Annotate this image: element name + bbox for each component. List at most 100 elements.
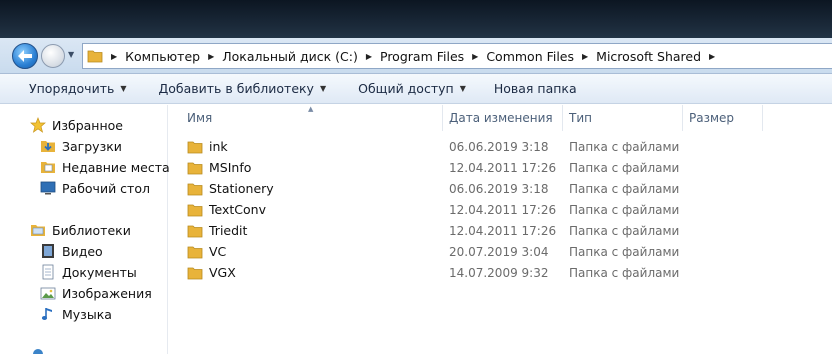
folder-icon [187, 267, 203, 279]
folder-icon [187, 183, 203, 195]
forward-button[interactable] [41, 44, 65, 68]
table-row[interactable]: ink 06.06.2019 3:18 Папка с файлами [169, 136, 832, 157]
file-date: 06.06.2019 3:18 [449, 139, 549, 154]
folder-icon [187, 141, 203, 153]
share-label: Общий доступ [358, 81, 454, 96]
file-type: Папка с файлами [569, 265, 680, 280]
column-header-date[interactable]: Дата изменения [449, 105, 553, 131]
file-name: MSInfo [209, 160, 252, 175]
breadcrumb-item[interactable]: Компьютер [125, 49, 200, 64]
folder-icon [187, 246, 203, 258]
address-row: ▼ ▶ Компьютер ▶ Локальный диск (C:) ▶ Pr… [0, 38, 832, 74]
breadcrumb-item[interactable]: Microsoft Shared [596, 49, 701, 64]
libraries-icon [30, 222, 46, 238]
chevron-right-icon[interactable]: ▶ [208, 52, 214, 61]
sidebar-item-label: Библиотеки [52, 222, 131, 238]
arrow-left-icon [18, 50, 32, 62]
table-row[interactable]: MSInfo 12.04.2011 17:26 Папка с файлами [169, 157, 832, 178]
file-name: VGX [209, 265, 236, 280]
new-folder-label: Новая папка [493, 81, 577, 96]
add-to-library-label: Добавить в библиотеку [158, 81, 314, 96]
column-header-size[interactable]: Размер [689, 105, 734, 131]
chevron-right-icon[interactable]: ▶ [709, 52, 715, 61]
file-name: VC [209, 244, 227, 259]
sidebar-item-label: Музыка [62, 306, 112, 322]
file-type: Папка с файлами [569, 223, 680, 238]
back-button[interactable] [12, 43, 38, 69]
sidebar-item-label: Изображения [62, 285, 152, 301]
sidebar-item-video[interactable]: Видео [40, 242, 103, 260]
chevron-down-icon: ▼ [120, 84, 127, 93]
column-divider[interactable] [562, 105, 563, 131]
breadcrumb-item[interactable]: Program Files [380, 49, 464, 64]
folder-icon [87, 50, 103, 63]
sidebar-item-music[interactable]: Музыка [40, 305, 112, 323]
file-date: 20.07.2019 3:04 [449, 244, 549, 259]
sidebar-item-pictures[interactable]: Изображения [40, 284, 152, 302]
sidebar-item-recent-places[interactable]: Недавние места [40, 158, 170, 176]
title-bar [0, 0, 832, 38]
homegroup-icon [30, 346, 46, 354]
address-bar[interactable]: ▶ Компьютер ▶ Локальный диск (C:) ▶ Prog… [82, 43, 832, 69]
sidebar-partial-item[interactable] [30, 345, 52, 354]
breadcrumb-item[interactable]: Common Files [486, 49, 574, 64]
file-date: 12.04.2011 17:26 [449, 202, 557, 217]
table-row[interactable]: Stationery 06.06.2019 3:18 Папка с файла… [169, 178, 832, 199]
sidebar-libraries[interactable]: Библиотеки [30, 221, 131, 239]
sidebar-item-label: Избранное [52, 117, 123, 133]
file-date: 06.06.2019 3:18 [449, 181, 549, 196]
column-divider[interactable] [682, 105, 683, 131]
file-date: 12.04.2011 17:26 [449, 223, 557, 238]
new-folder-button[interactable]: Новая папка [494, 81, 577, 96]
downloads-icon [40, 138, 56, 154]
file-type: Папка с файлами [569, 139, 680, 154]
file-type: Папка с файлами [569, 181, 680, 196]
file-name: ink [209, 139, 228, 154]
organize-label: Упорядочить [29, 81, 115, 96]
column-divider[interactable] [762, 105, 763, 131]
chevron-right-icon[interactable]: ▶ [472, 52, 478, 61]
table-row[interactable]: VGX 14.07.2009 9:32 Папка с файлами [169, 262, 832, 283]
table-row[interactable]: TextConv 12.04.2011 17:26 Папка с файлам… [169, 199, 832, 220]
breadcrumb-item[interactable]: Локальный диск (C:) [222, 49, 358, 64]
chevron-right-icon[interactable]: ▶ [111, 52, 117, 61]
music-note-icon [40, 306, 56, 322]
chevron-right-icon[interactable]: ▶ [582, 52, 588, 61]
sidebar-item-desktop[interactable]: Рабочий стол [40, 179, 150, 197]
file-name: TextConv [209, 202, 266, 217]
history-dropdown-icon[interactable]: ▼ [68, 50, 80, 62]
sidebar-item-downloads[interactable]: Загрузки [40, 137, 122, 155]
desktop-icon [40, 180, 56, 196]
sidebar-favorites[interactable]: Избранное [30, 116, 123, 134]
documents-icon [40, 264, 56, 280]
column-header-type[interactable]: Тип [569, 105, 592, 131]
sidebar-item-label: Документы [62, 264, 137, 280]
file-date: 12.04.2011 17:26 [449, 160, 557, 175]
sidebar-item-label: Рабочий стол [62, 180, 150, 196]
add-to-library-button[interactable]: Добавить в библиотеку ▼ [159, 81, 327, 96]
pictures-icon [40, 285, 56, 301]
star-icon [30, 117, 46, 133]
sidebar-item-documents[interactable]: Документы [40, 263, 137, 281]
column-divider[interactable] [442, 105, 443, 131]
file-name: Stationery [209, 181, 274, 196]
sidebar-item-label: Видео [62, 243, 103, 259]
table-row[interactable]: VC 20.07.2019 3:04 Папка с файлами [169, 241, 832, 262]
organize-button[interactable]: Упорядочить ▼ [29, 81, 127, 96]
chevron-right-icon[interactable]: ▶ [366, 52, 372, 61]
table-row[interactable]: Triedit 12.04.2011 17:26 Папка с файлами [169, 220, 832, 241]
sidebar-item-label: Загрузки [62, 138, 122, 154]
video-icon [40, 243, 56, 259]
sidebar-item-label: Недавние места [62, 159, 170, 175]
chevron-down-icon: ▼ [319, 84, 327, 93]
recent-places-icon [40, 159, 56, 175]
share-button[interactable]: Общий доступ ▼ [358, 81, 466, 96]
file-name: Triedit [209, 223, 248, 238]
folder-icon [187, 204, 203, 216]
file-type: Папка с файлами [569, 202, 680, 217]
file-date: 14.07.2009 9:32 [449, 265, 549, 280]
column-header-name[interactable]: Имя [187, 105, 212, 131]
file-list: ▲ Имя Дата изменения Тип Размер ink 06.0… [169, 105, 832, 354]
file-type: Папка с файлами [569, 244, 680, 259]
command-bar: Упорядочить ▼ Добавить в библиотеку ▼ Об… [0, 74, 832, 104]
